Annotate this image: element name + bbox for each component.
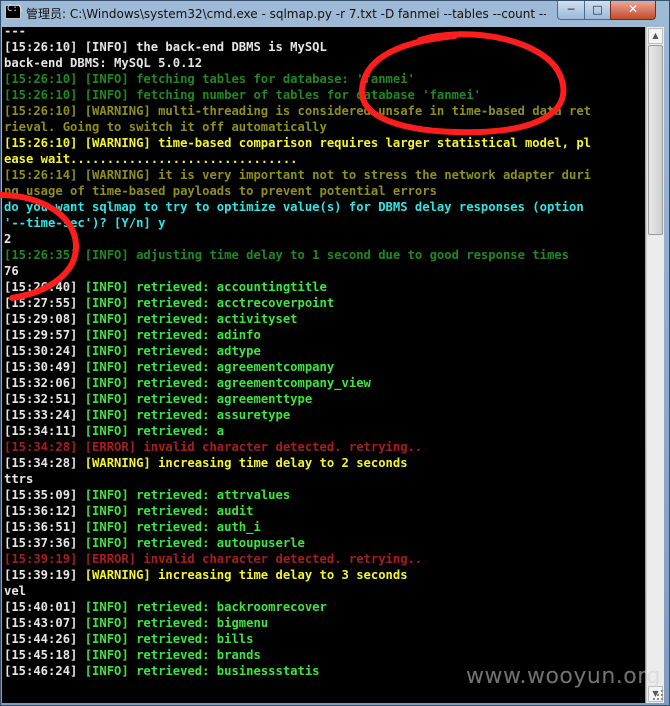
console-line: [15:40:01] [INFO] retrieved: backroomrec…	[4, 600, 327, 614]
console-line: [15:29:57] [INFO] retrieved: adinfo	[4, 328, 261, 342]
console-output[interactable]: --- [15:26:10] [INFO] the back-end DBMS …	[2, 27, 645, 703]
console-line: ---	[4, 27, 27, 38]
title-bar[interactable]: C:\ 管理员: C:\Windows\system32\cmd.exe - s…	[1, 1, 669, 25]
console-line: rieval. Going to switch it off automatic…	[4, 120, 327, 134]
console-line: [15:39:19] [WARNING] increasing time del…	[4, 568, 408, 582]
console-line: [15:27:55] [INFO] retrieved: acctrecover…	[4, 296, 335, 310]
watermark: www.wooyun.org	[466, 664, 661, 689]
console-line: ng usage of time-based payloads to preve…	[4, 184, 437, 198]
console-line: [15:34:28] [ERROR] invalid character det…	[4, 440, 423, 454]
scroll-up-arrow-icon[interactable]: ▲	[648, 28, 663, 44]
console-line: back-end DBMS: MySQL 5.0.12	[4, 56, 203, 70]
console-line: [15:30:49] [INFO] retrieved: agreementco…	[4, 360, 335, 374]
console-line: [15:32:51] [INFO] retrieved: agreementty…	[4, 392, 313, 406]
console-line: do you want sqlmap to try to optimize va…	[4, 200, 584, 214]
console-line: [15:26:10] [INFO] the back-end DBMS is M…	[4, 40, 327, 54]
vertical-scrollbar[interactable]: ▲ ▼	[646, 27, 664, 703]
console-line: 2	[4, 232, 12, 246]
console-line: ttrs	[4, 472, 34, 486]
console-line: [15:30:24] [INFO] retrieved: adtype	[4, 344, 261, 358]
console-line: [15:34:28] [WARNING] increasing time del…	[4, 456, 408, 470]
console-line: [15:39:19] [ERROR] invalid character det…	[4, 552, 423, 566]
console-line: [15:29:08] [INFO] retrieved: activityset	[4, 312, 298, 326]
console-line: [15:44:26] [INFO] retrieved: bills	[4, 632, 254, 646]
cmd-icon-glyph: C:\	[7, 4, 24, 14]
console-line: '--time-sec')? [Y/n] y	[4, 216, 166, 230]
console-line: [15:35:09] [INFO] retrieved: attrvalues	[4, 488, 291, 502]
console-line: [15:36:12] [INFO] retrieved: audit	[4, 504, 254, 518]
console-line: 76	[4, 264, 19, 278]
console-line: [15:34:11] [INFO] retrieved: a	[4, 424, 225, 438]
console-line: [15:26:10] [WARNING] multi-threading is …	[4, 104, 591, 118]
cmd-icon[interactable]: C:\	[5, 4, 24, 19]
close-button[interactable]: ✕	[610, 1, 656, 20]
console-line: [15:26:14] [WARNING] it is very importan…	[4, 168, 591, 182]
console-line: [15:46:24] [INFO] retrieved: businesssta…	[4, 664, 320, 678]
console-line: [15:45:18] [INFO] retrieved: brands	[4, 648, 261, 662]
scrollbar-thumb[interactable]	[648, 45, 663, 235]
console-line: [15:37:36] [INFO] retrieved: autoupuserl…	[4, 536, 305, 550]
window-title: 管理员: C:\Windows\system32\cmd.exe - sqlma…	[26, 7, 546, 21]
console-line: [15:36:51] [INFO] retrieved: auth_i	[4, 520, 261, 534]
console-line: [15:43:07] [INFO] retrieved: bigmenu	[4, 616, 269, 630]
console-line: ease wait...............................	[4, 152, 298, 166]
console-line: [15:26:10] [INFO] fetching tables for da…	[4, 72, 415, 86]
console-line: [15:33:24] [INFO] retrieved: assuretype	[4, 408, 291, 422]
console-line: [15:26:40] [INFO] retrieved: accountingt…	[4, 280, 327, 294]
resize-grip-icon[interactable]	[652, 689, 664, 701]
console-line: [15:26:10] [INFO] fetching number of tab…	[4, 88, 481, 102]
console-line: vel	[4, 584, 27, 598]
console-line: [15:26:10] [WARNING] time-based comparis…	[4, 136, 591, 150]
minimize-button[interactable]: ─	[557, 1, 585, 20]
console-line: [15:32:06] [INFO] retrieved: agreementco…	[4, 376, 371, 390]
console-line: [15:26:35] [INFO] adjusting time delay t…	[4, 248, 569, 262]
cmd-window: C:\ 管理员: C:\Windows\system32\cmd.exe - s…	[0, 0, 670, 706]
maximize-button[interactable]: □	[584, 1, 611, 20]
